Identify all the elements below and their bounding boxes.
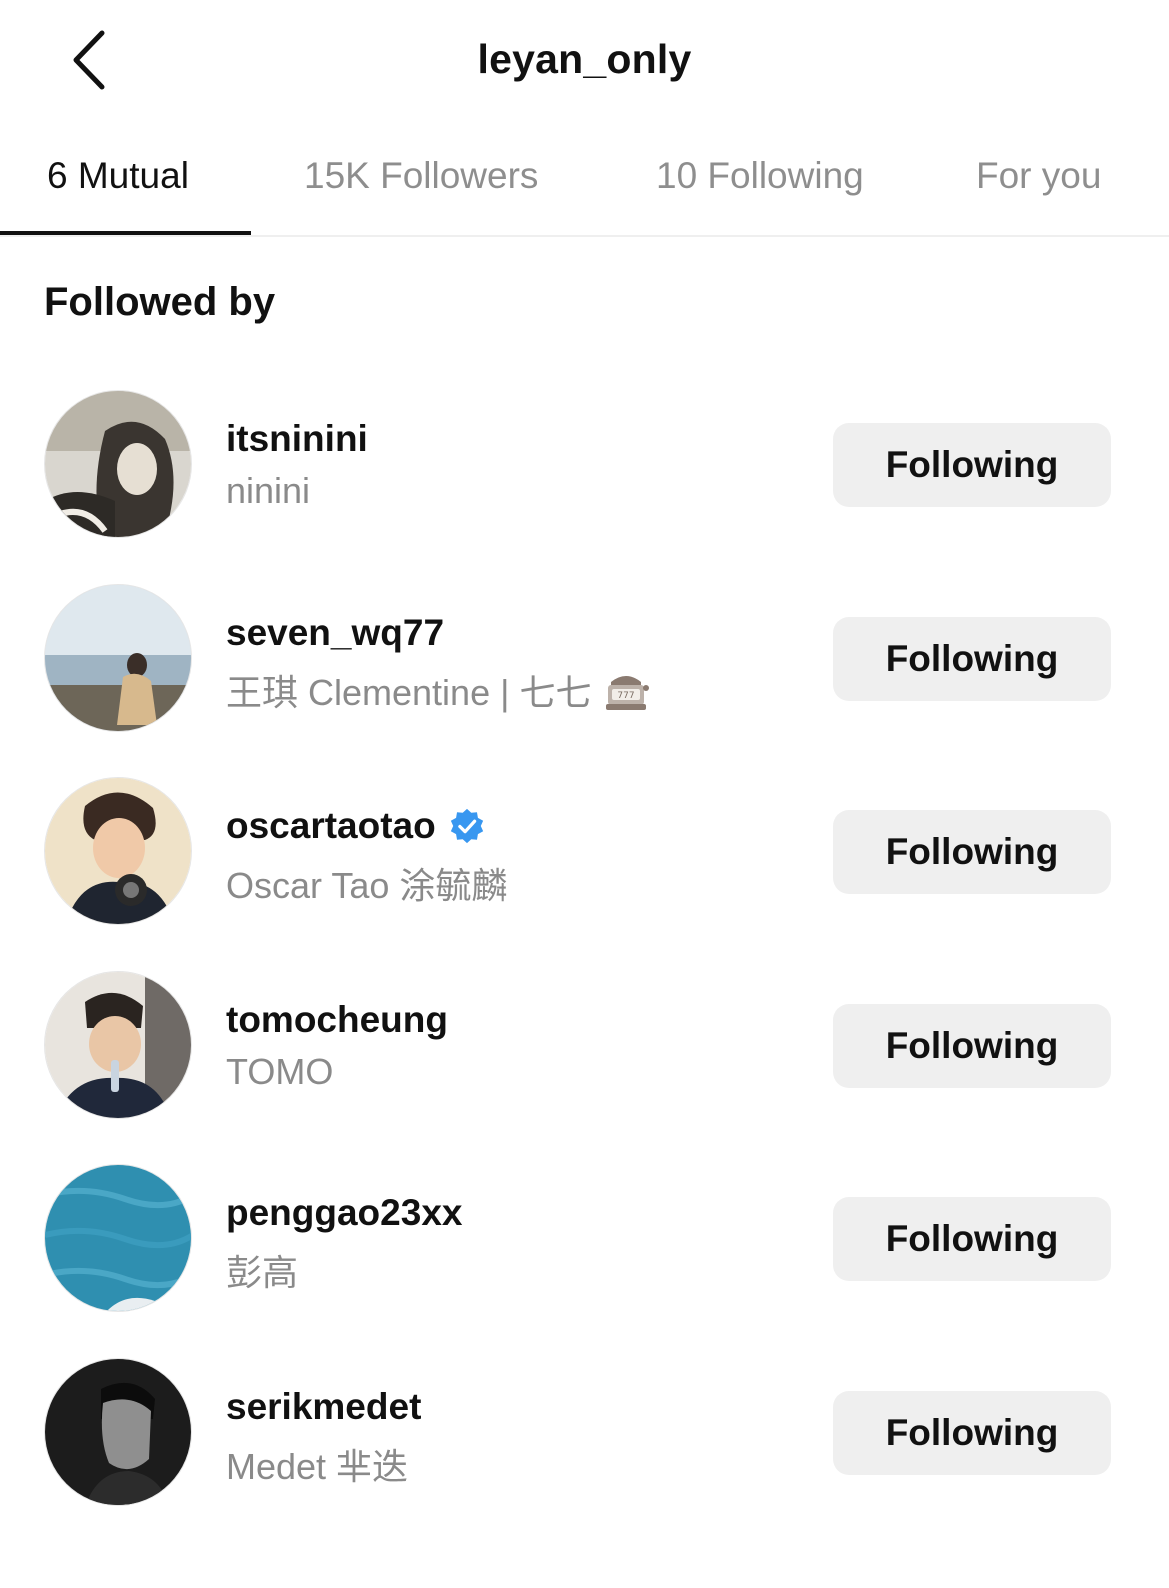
section-heading: Followed by [44,280,276,324]
tab-for-you[interactable]: For you [976,155,1101,197]
user-row[interactable]: serikmedet Medet 芈迭 Following [0,1354,1169,1548]
username[interactable]: oscartaotao [226,805,486,847]
mutual-followers-screen: leyan_only 6 Mutual 15K Followers 10 Fol… [0,0,1169,1588]
user-row[interactable]: tomocheung TOMO Following [0,967,1169,1161]
tab-following[interactable]: 10 Following [656,155,864,197]
avatar[interactable] [44,777,192,925]
header: leyan_only [0,0,1169,125]
following-button[interactable]: Following [833,810,1111,894]
svg-text:777: 777 [618,691,635,701]
full-name: 王琪 Clementine | 七七 777 [226,664,650,716]
active-tab-indicator [0,231,251,235]
username[interactable]: penggao23xx [226,1192,462,1234]
user-row[interactable]: oscartaotao Oscar Tao 涂毓麟 Following [0,773,1169,967]
avatar[interactable] [44,390,192,538]
username[interactable]: seven_wq77 [226,612,444,654]
full-name: TOMO [226,1050,334,1092]
full-name: 彭高 [226,1252,299,1293]
page-title: leyan_only [477,36,692,82]
user-list: itsninini ninini Following seven_wq77 王琪… [0,386,1169,1547]
following-button[interactable]: Following [833,1390,1111,1475]
tab-bar: 6 Mutual 15K Followers 10 Following For … [0,125,1169,237]
user-row[interactable]: itsninini ninini Following [0,386,1169,580]
following-button[interactable]: Following [833,616,1111,701]
tab-mutual[interactable]: 6 Mutual [47,155,189,197]
user-row[interactable]: seven_wq77 王琪 Clementine | 七七 777 Follow… [0,580,1169,774]
slot-machine-icon: 777 [606,675,650,710]
verified-badge-icon [450,808,483,844]
avatar[interactable] [44,583,192,732]
avatar[interactable] [44,1164,192,1312]
following-button[interactable]: Following [833,1197,1111,1281]
full-name: Oscar Tao 涂毓麟 [226,865,508,906]
tab-followers[interactable]: 15K Followers [304,155,538,197]
username[interactable]: serikmedet [226,1386,421,1428]
username[interactable]: tomocheung [226,999,448,1041]
avatar[interactable] [44,1357,192,1506]
full-name: Medet 芈迭 [226,1445,409,1487]
full-name: ninini [226,470,311,511]
user-row[interactable]: penggao23xx 彭高 Following [0,1160,1169,1354]
following-button[interactable]: Following [833,1003,1111,1088]
following-button[interactable]: Following [833,423,1111,507]
avatar[interactable] [44,970,192,1119]
username[interactable]: itsninini [226,418,368,460]
